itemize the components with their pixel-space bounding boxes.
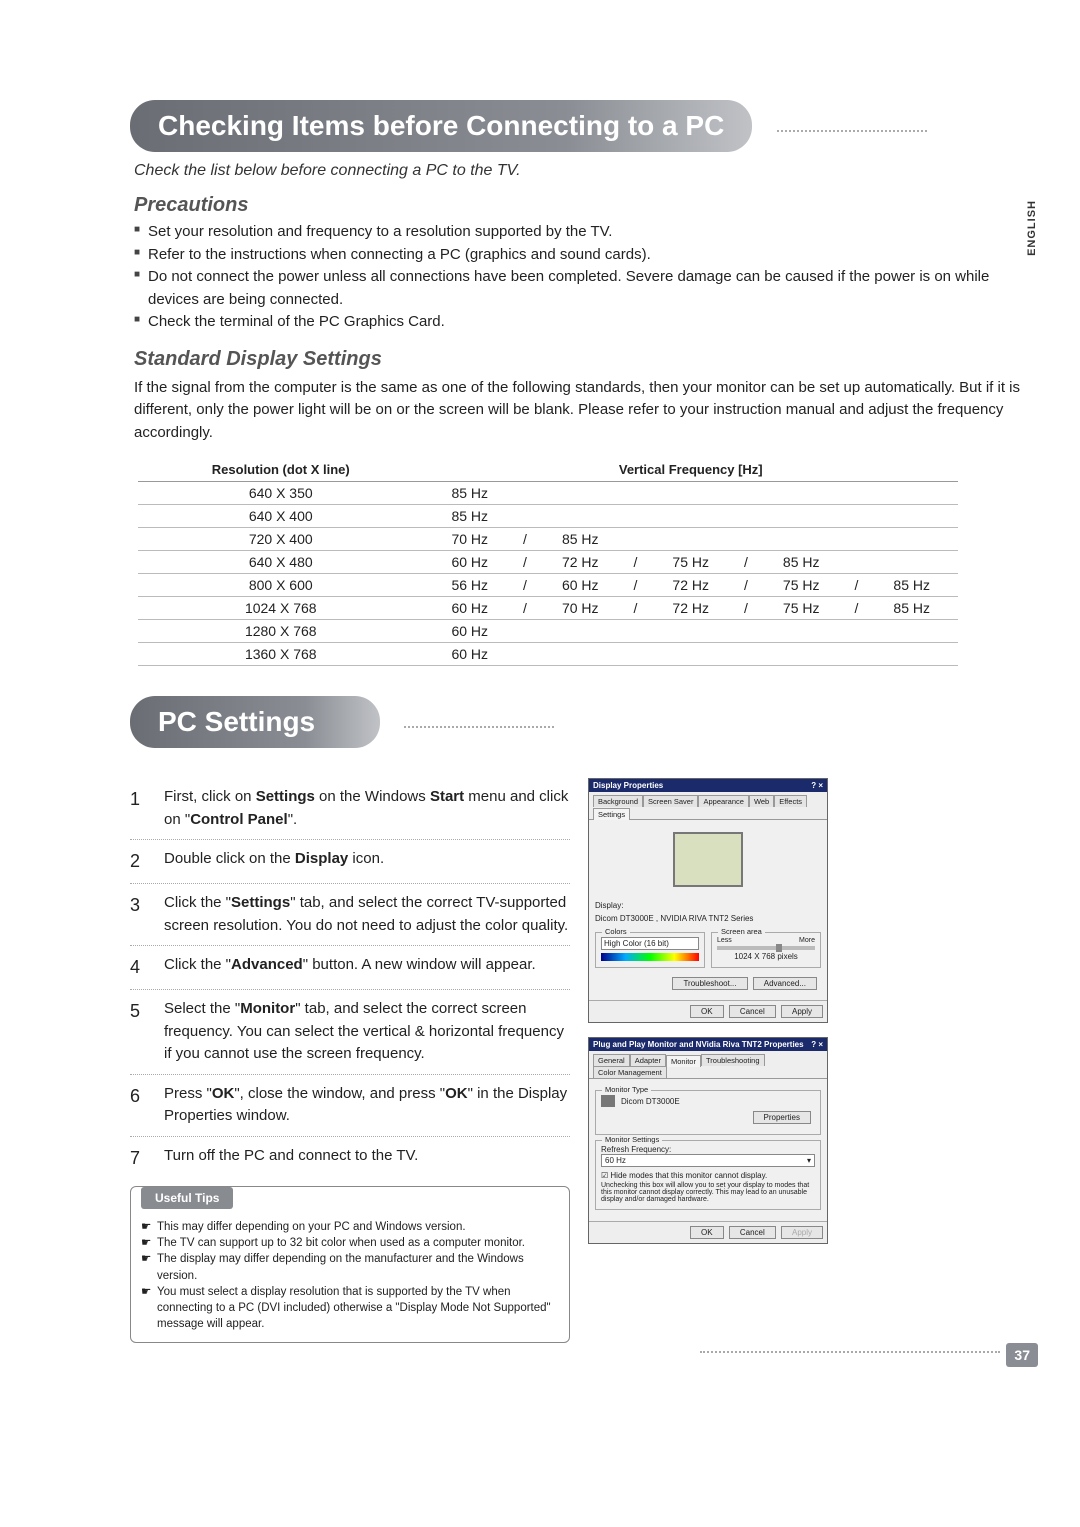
list-item: You must select a display resolution tha… [141, 1284, 559, 1332]
list-item: Check the terminal of the PC Graphics Ca… [134, 311, 1020, 334]
step: 4Click the "Advanced" button. A new wind… [130, 946, 570, 990]
frequency-table: Resolution (dot X line) Vertical Frequen… [138, 458, 958, 666]
close-icon[interactable]: ? × [811, 1040, 823, 1049]
troubleshoot-button[interactable]: Troubleshoot... [672, 977, 747, 990]
table-row: 720 X 40070 Hz/85 Hz [138, 528, 958, 551]
monitor-preview [673, 832, 743, 887]
cancel-button[interactable]: Cancel [729, 1005, 776, 1018]
properties-button[interactable]: Properties [753, 1111, 811, 1124]
tab-color-management[interactable]: Color Management [593, 1066, 667, 1078]
step: 3Click the "Settings" tab, and select th… [130, 884, 570, 946]
std-settings-para: If the signal from the computer is the s… [134, 377, 1020, 445]
advanced-button[interactable]: Advanced... [753, 977, 817, 990]
decorative-dots [777, 130, 927, 132]
step: 5Select the "Monitor" tab, and select th… [130, 990, 570, 1075]
step: 6Press "OK", close the window, and press… [130, 1075, 570, 1137]
table-row: 640 X 48060 Hz/72 Hz/75 Hz/85 Hz [138, 551, 958, 574]
dialog-title: Display Properties [593, 781, 663, 790]
apply-button[interactable]: Apply [781, 1005, 823, 1018]
useful-tips-label: Useful Tips [141, 1187, 233, 1210]
tab-web[interactable]: Web [749, 795, 774, 807]
table-row: 1360 X 76860 Hz [138, 643, 958, 666]
hide-checkbox[interactable]: ☑ [601, 1171, 608, 1180]
tab-effects[interactable]: Effects [774, 795, 807, 807]
tab-background[interactable]: Background [593, 795, 643, 807]
display-properties-dialog: Display Properties ? × BackgroundScreen … [588, 778, 828, 1023]
table-row: 640 X 40085 Hz [138, 505, 958, 528]
subtitle: Check the list below before connecting a… [134, 162, 1020, 180]
heading-pc-settings: PC Settings [130, 696, 380, 748]
step: 7Turn off the PC and connect to the TV. [130, 1137, 570, 1180]
step: 2Double click on the Display icon. [130, 840, 570, 884]
precautions-head: Precautions [134, 194, 1020, 217]
display-label: Display: [595, 901, 821, 910]
precautions-list: Set your resolution and frequency to a r… [134, 221, 1020, 334]
list-item: This may differ depending on your PC and… [141, 1219, 559, 1235]
tab-screen-saver[interactable]: Screen Saver [643, 795, 698, 807]
col-resolution: Resolution (dot X line) [138, 458, 424, 482]
table-row: 800 X 60056 Hz/60 Hz/72 Hz/75 Hz/85 Hz [138, 574, 958, 597]
refresh-select[interactable]: 60 Hz▾ [601, 1154, 815, 1167]
decorative-dots [700, 1351, 1000, 1353]
list-item: The display may differ depending on the … [141, 1251, 559, 1283]
monitor-properties-dialog: Plug and Play Monitor and NVidia Riva TN… [588, 1037, 828, 1244]
cancel-button[interactable]: Cancel [729, 1226, 776, 1239]
list-item: Set your resolution and frequency to a r… [134, 221, 1020, 244]
tab-troubleshooting[interactable]: Troubleshooting [701, 1054, 765, 1066]
col-frequency: Vertical Frequency [Hz] [424, 458, 959, 482]
table-row: 1024 X 76860 Hz/70 Hz/72 Hz/75 Hz/85 Hz [138, 597, 958, 620]
dialog-title: Plug and Play Monitor and NVidia Riva TN… [593, 1040, 804, 1049]
heading-checking-items: Checking Items before Connecting to a PC [130, 100, 752, 152]
list-item: Refer to the instructions when connectin… [134, 244, 1020, 267]
list-item: Do not connect the power unless all conn… [134, 266, 1020, 311]
ok-button[interactable]: OK [690, 1005, 724, 1018]
page-number: 37 [1006, 1343, 1038, 1367]
monitor-icon [601, 1095, 615, 1107]
tab-monitor[interactable]: Monitor [666, 1055, 701, 1067]
decorative-dots [404, 726, 554, 728]
apply-button: Apply [781, 1226, 823, 1239]
tab-appearance[interactable]: Appearance [698, 795, 748, 807]
resolution-slider[interactable] [717, 946, 815, 950]
list-item: The TV can support up to 32 bit color wh… [141, 1235, 559, 1251]
tab-adapter[interactable]: Adapter [630, 1054, 666, 1066]
step: 1First, click on Settings on the Windows… [130, 778, 570, 840]
table-row: 640 X 35085 Hz [138, 482, 958, 505]
close-icon[interactable]: ? × [811, 781, 823, 790]
display-value: Dicom DT3000E , NVIDIA RIVA TNT2 Series [595, 914, 821, 923]
colors-select[interactable]: High Color (16 bit) [601, 937, 699, 950]
useful-tips-box: Useful Tips This may differ depending on… [130, 1186, 570, 1343]
tab-general[interactable]: General [593, 1054, 630, 1066]
table-row: 1280 X 76860 Hz [138, 620, 958, 643]
ok-button[interactable]: OK [690, 1226, 724, 1239]
std-settings-head: Standard Display Settings [134, 348, 1020, 371]
language-tab: ENGLISH [1026, 200, 1038, 256]
tab-settings[interactable]: Settings [593, 808, 630, 820]
